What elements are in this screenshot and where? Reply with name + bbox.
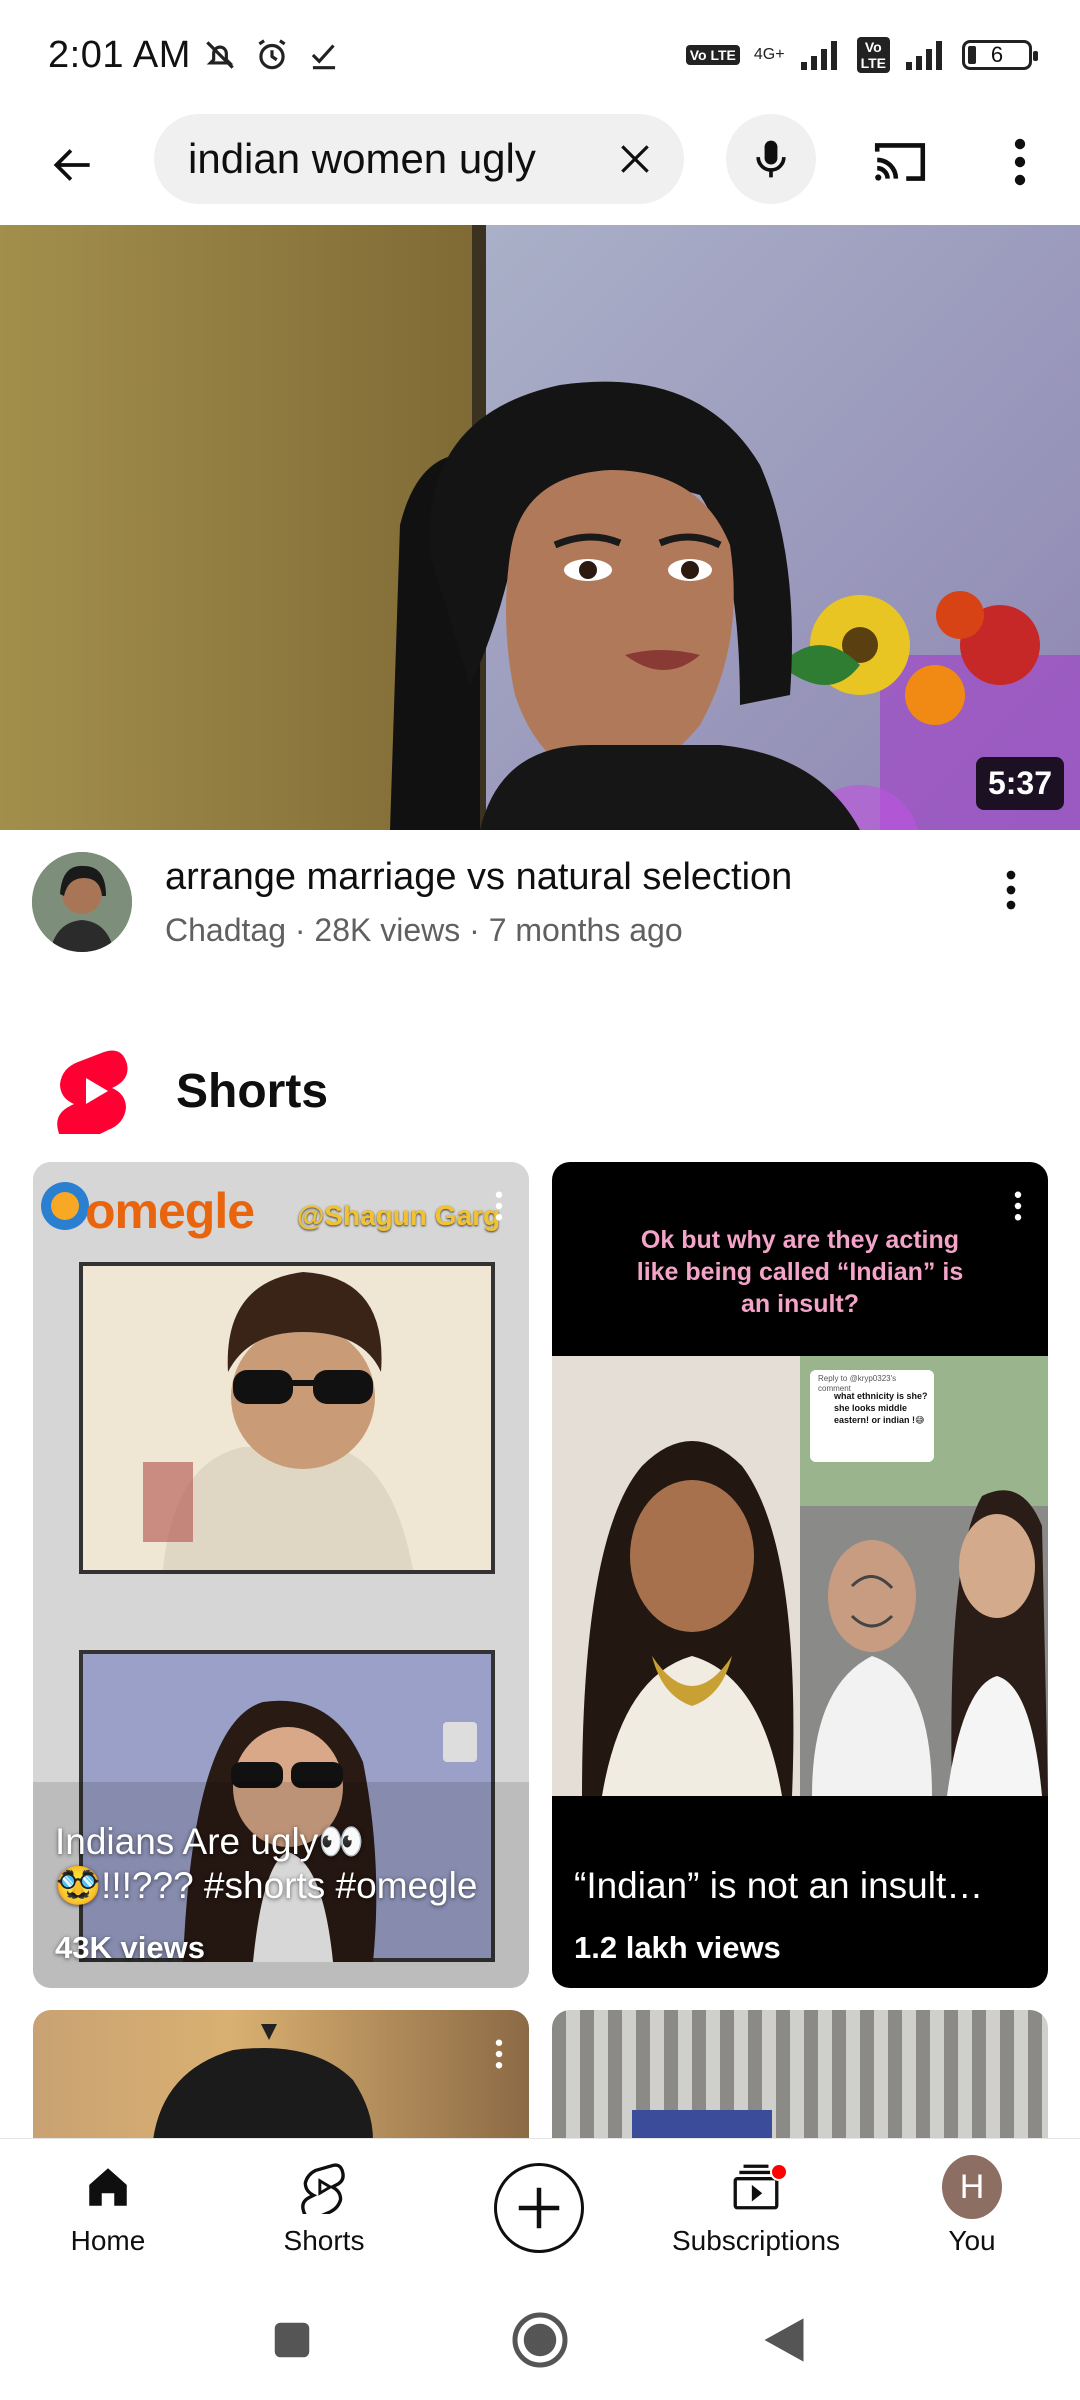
check-icon (311, 44, 336, 70)
more-vert-icon (1014, 138, 1026, 186)
short-title-line-2: 🥸!!!??? #shorts #omegle (55, 1865, 478, 1906)
voice-search-button[interactable] (726, 114, 816, 204)
short-title-line-1: Indians Are ugly👀 (55, 1821, 365, 1862)
circle-icon (512, 2312, 568, 2368)
short-more-button[interactable] (1000, 1176, 1036, 1236)
short-views: 43K views (55, 1930, 205, 1965)
omegle-brand-text: omegle (85, 1183, 255, 1239)
nav-shorts-label: Shorts (283, 2225, 365, 2256)
video-duration: 5:37 (975, 757, 1064, 810)
more-vert-icon (1006, 870, 1016, 910)
nav-subscriptions-label: Subscriptions (671, 2225, 841, 2256)
shorts-shelf-title: Shorts (176, 1065, 329, 1118)
short-card-peek[interactable] (552, 2010, 1048, 2140)
channel-avatar-image (32, 852, 132, 952)
shorts-shelf-header: Shorts (0, 1040, 1080, 1140)
cast-icon (874, 143, 926, 181)
nav-you[interactable]: H You (872, 2139, 1072, 2281)
nav-shorts[interactable]: Shorts (224, 2139, 424, 2281)
short-thumbnail-image (153, 2024, 373, 2140)
mute-bell-icon (206, 41, 234, 69)
short-handle-overlay: @Shagun Garg (297, 1200, 501, 1231)
comment-reply-text: what ethnicity is she? she looks middle … (834, 1391, 928, 1425)
home-system-button[interactable] (508, 2308, 572, 2372)
search-query: indian women ugly (188, 135, 536, 182)
video-thumbnail[interactable]: 5:37 (0, 225, 1080, 830)
more-options-button[interactable] (1000, 130, 1040, 194)
home-icon (89, 2168, 127, 2206)
short-thumbnail-image (632, 2110, 772, 2140)
triangle-back-icon (764, 2318, 804, 2362)
volte-badge: Vo LTE (685, 45, 740, 65)
nav-subscriptions[interactable]: Subscriptions (656, 2139, 856, 2281)
signal-icon (800, 41, 837, 70)
volte-badge-2: Vo LTE (856, 37, 890, 73)
short-thumbnail-image (552, 1356, 1048, 1796)
video-title[interactable]: arrange marriage vs natural selection (165, 856, 792, 899)
short-more-button[interactable] (481, 2024, 517, 2084)
video-more-button[interactable] (996, 860, 1026, 920)
nav-home-label: Home (70, 2225, 146, 2256)
status-bar: 2:01 AM Vo LTE 4G+ Vo LTE 6 (0, 0, 1080, 110)
system-navigation-bar (0, 2280, 1080, 2400)
short-card[interactable]: omegle @Shagun Garg Indians Are ugly👀 🥸!… (33, 1162, 529, 1988)
battery-icon: 6 (962, 40, 1038, 70)
search-header: indian women ugly (0, 110, 1080, 220)
short-more-button[interactable] (481, 1176, 517, 1236)
close-icon (621, 145, 649, 173)
alarm-icon (258, 39, 286, 70)
clock: 2:01 AM (48, 33, 191, 76)
video-subtitle: Chadtag · 28K views · 7 months ago (165, 912, 683, 948)
short-title: Indians Are ugly👀 🥸!!!??? #shorts #omegl… (55, 1820, 507, 1908)
more-vert-icon (1014, 1191, 1022, 1221)
network-type: 4G+ (753, 46, 785, 63)
create-icon (518, 2187, 560, 2229)
avatar: H (942, 2155, 1002, 2219)
notification-dot (770, 2163, 788, 2181)
create-button[interactable] (494, 2163, 584, 2253)
nav-you-label: You (948, 2225, 996, 2256)
short-title: “Indian” is not an insult… (574, 1865, 984, 1906)
shorts-icon (301, 2163, 345, 2214)
video-info[interactable]: arrange marriage vs natural selection Ch… (0, 830, 1080, 970)
short-card-peek[interactable] (33, 2010, 529, 2140)
shorts-logo-icon (57, 1050, 128, 1134)
clear-search-button[interactable] (612, 136, 658, 182)
battery-level: 6 (990, 42, 1004, 67)
more-vert-icon (495, 1191, 503, 1221)
signal-icon-2 (906, 41, 942, 70)
bottom-navigation: Home Shorts Subscriptions H You (0, 2138, 1080, 2280)
square-icon (274, 2322, 310, 2358)
thumbnail-image (0, 225, 1080, 830)
recents-button[interactable] (260, 2308, 324, 2372)
microphone-icon (756, 140, 786, 178)
short-card[interactable]: Ok but why are they acting like being ca… (552, 1162, 1048, 1988)
back-system-button[interactable] (752, 2308, 816, 2372)
short-views: 1.2 lakh views (574, 1930, 781, 1965)
back-button[interactable] (40, 132, 106, 198)
cast-button[interactable] (868, 130, 932, 194)
channel-avatar[interactable] (32, 852, 132, 952)
short-caption-overlay: Ok but why are they acting like being ca… (636, 1226, 964, 1318)
more-vert-icon (495, 2039, 503, 2069)
search-input[interactable]: indian women ugly (154, 114, 684, 204)
nav-home[interactable]: Home (8, 2139, 208, 2281)
arrow-left-icon (53, 149, 90, 181)
